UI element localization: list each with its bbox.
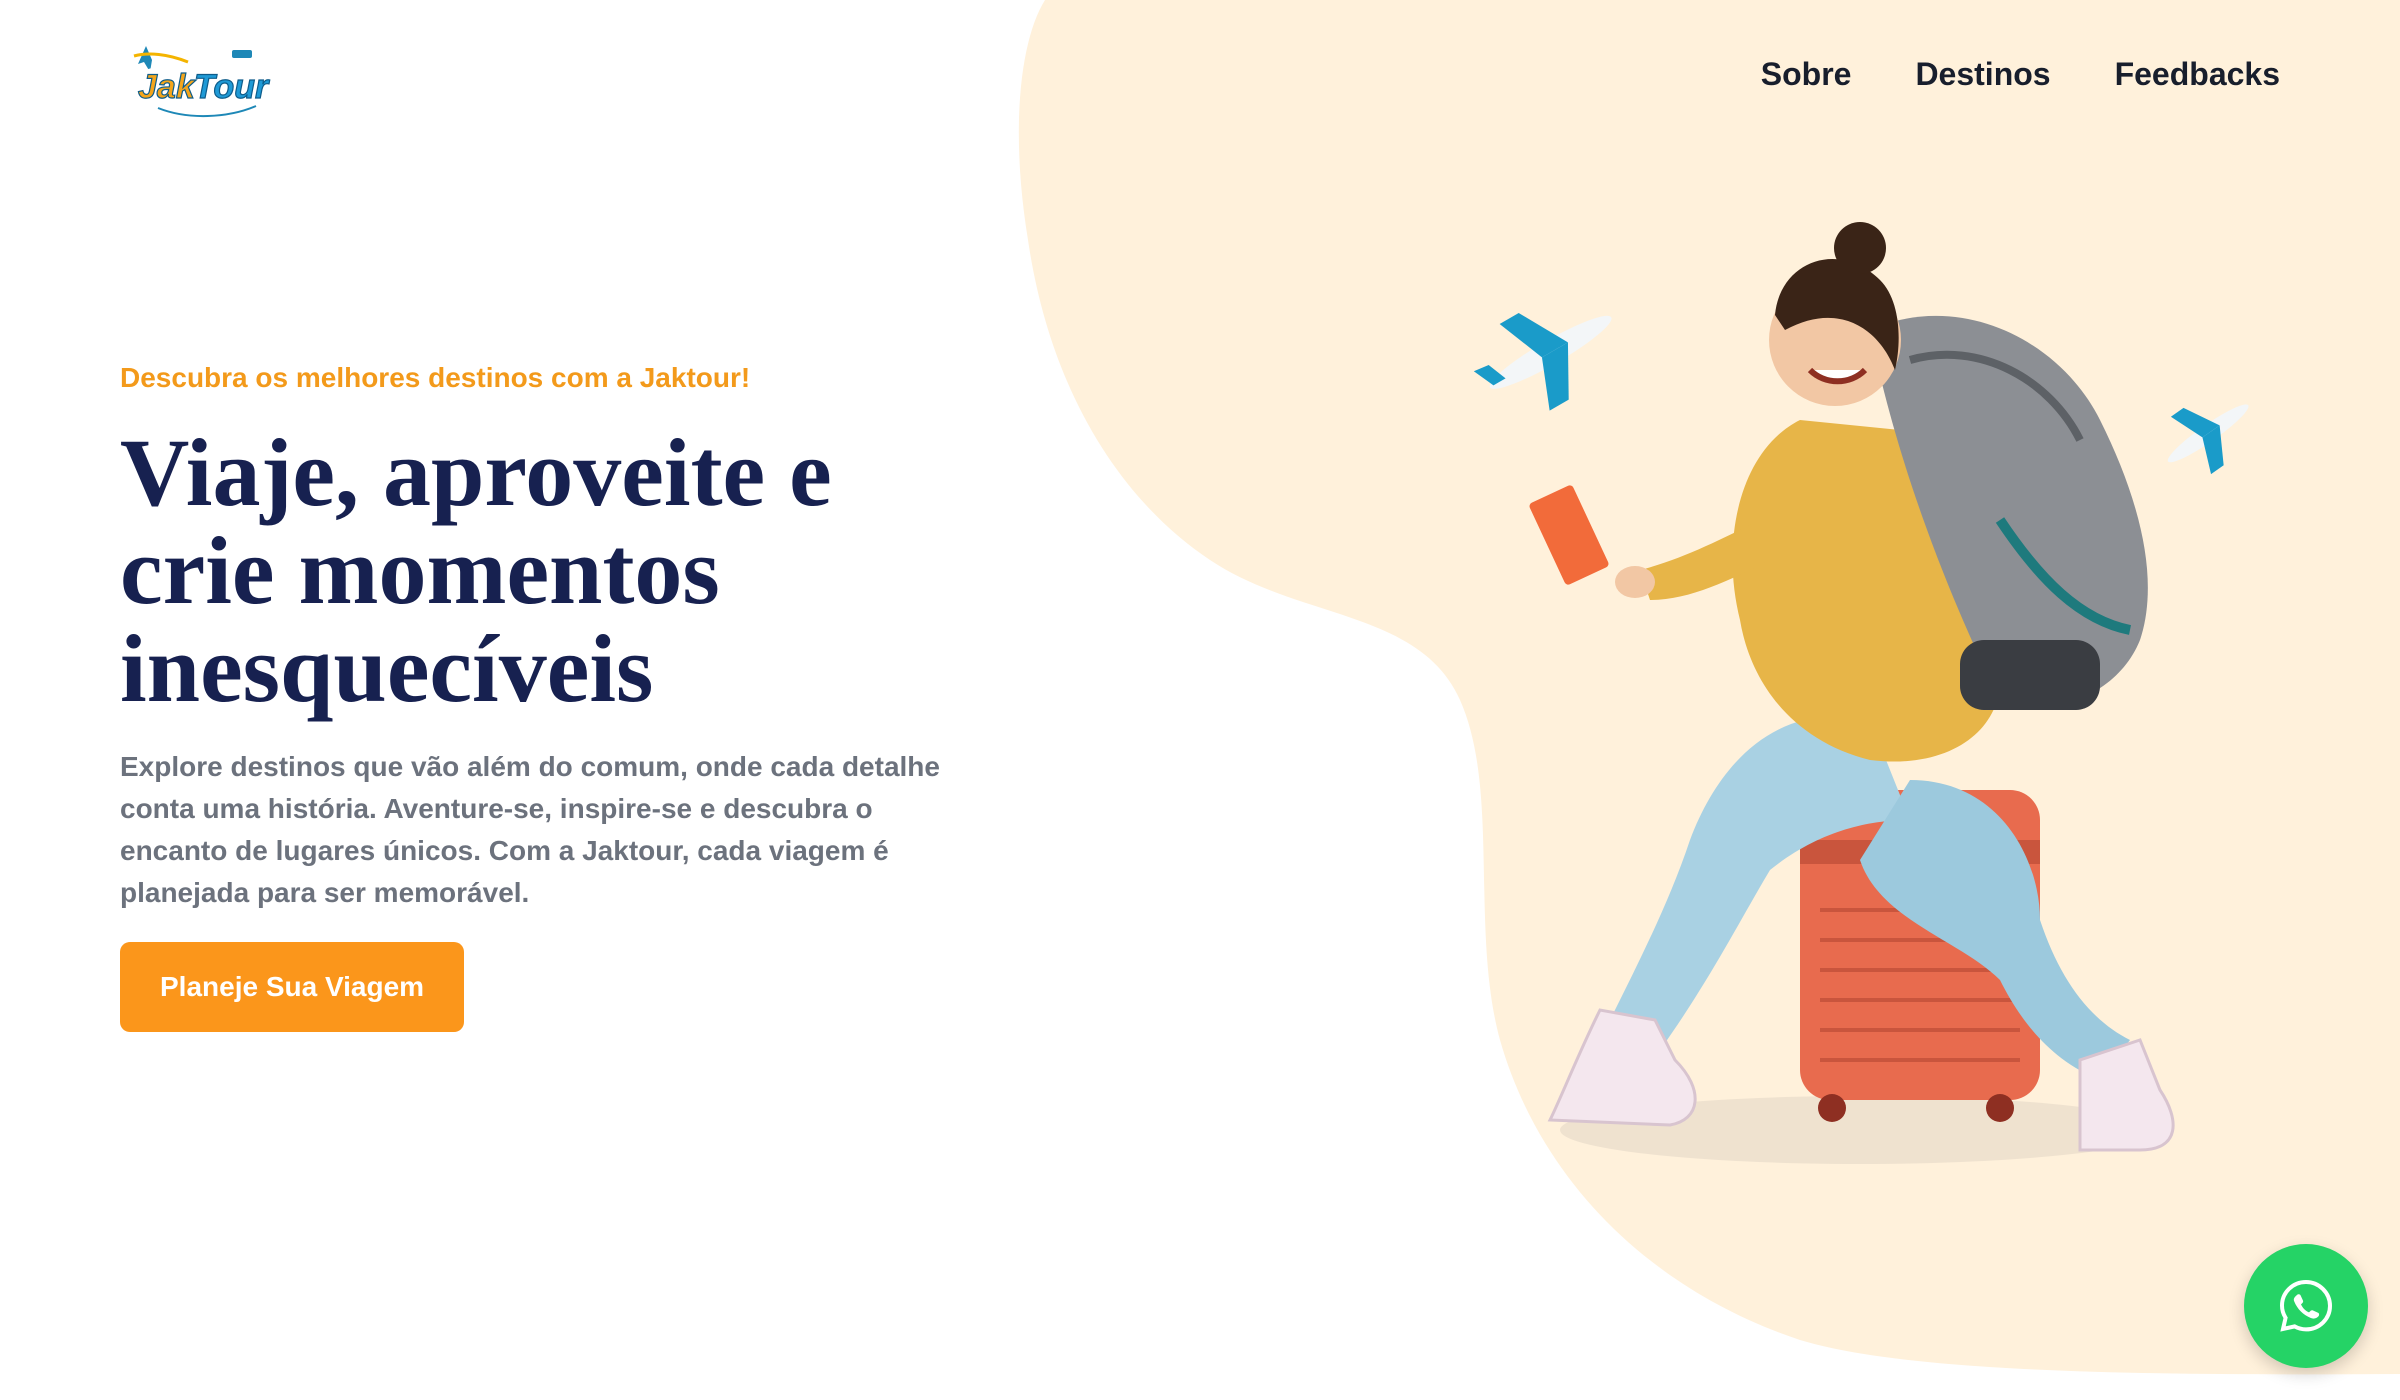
svg-text:Jak: Jak [138, 68, 197, 106]
whatsapp-button[interactable] [2244, 1244, 2368, 1368]
traveler-illustration [1473, 222, 2249, 1164]
hero-description: Explore destinos que vão além do comum, … [120, 751, 940, 908]
jaktour-logo[interactable]: Jak Tour [128, 32, 278, 128]
airplane-right-icon [2167, 404, 2249, 475]
hero-section: Descubra os melhores destinos com a Jakt… [120, 360, 980, 1032]
hero-headline: Viaje, aproveite e crie momentos inesque… [120, 419, 832, 722]
nav-link-sobre[interactable]: Sobre [1761, 56, 1852, 93]
landing-page: Jak Tour Sobre Destinos Feedbacks Descub… [0, 0, 2400, 1400]
main-nav: Sobre Destinos Feedbacks [1761, 56, 2280, 93]
airplane-left-icon [1473, 313, 1612, 411]
hero-eyebrow: Descubra os melhores destinos com a Jakt… [120, 362, 751, 393]
whatsapp-icon [2279, 1279, 2333, 1332]
svg-text:Tour: Tour [194, 68, 270, 106]
plan-trip-button[interactable]: Planeje Sua Viagem [120, 942, 465, 1032]
nav-link-feedbacks[interactable]: Feedbacks [2115, 56, 2280, 93]
nav-link-destinos[interactable]: Destinos [1915, 56, 2050, 93]
